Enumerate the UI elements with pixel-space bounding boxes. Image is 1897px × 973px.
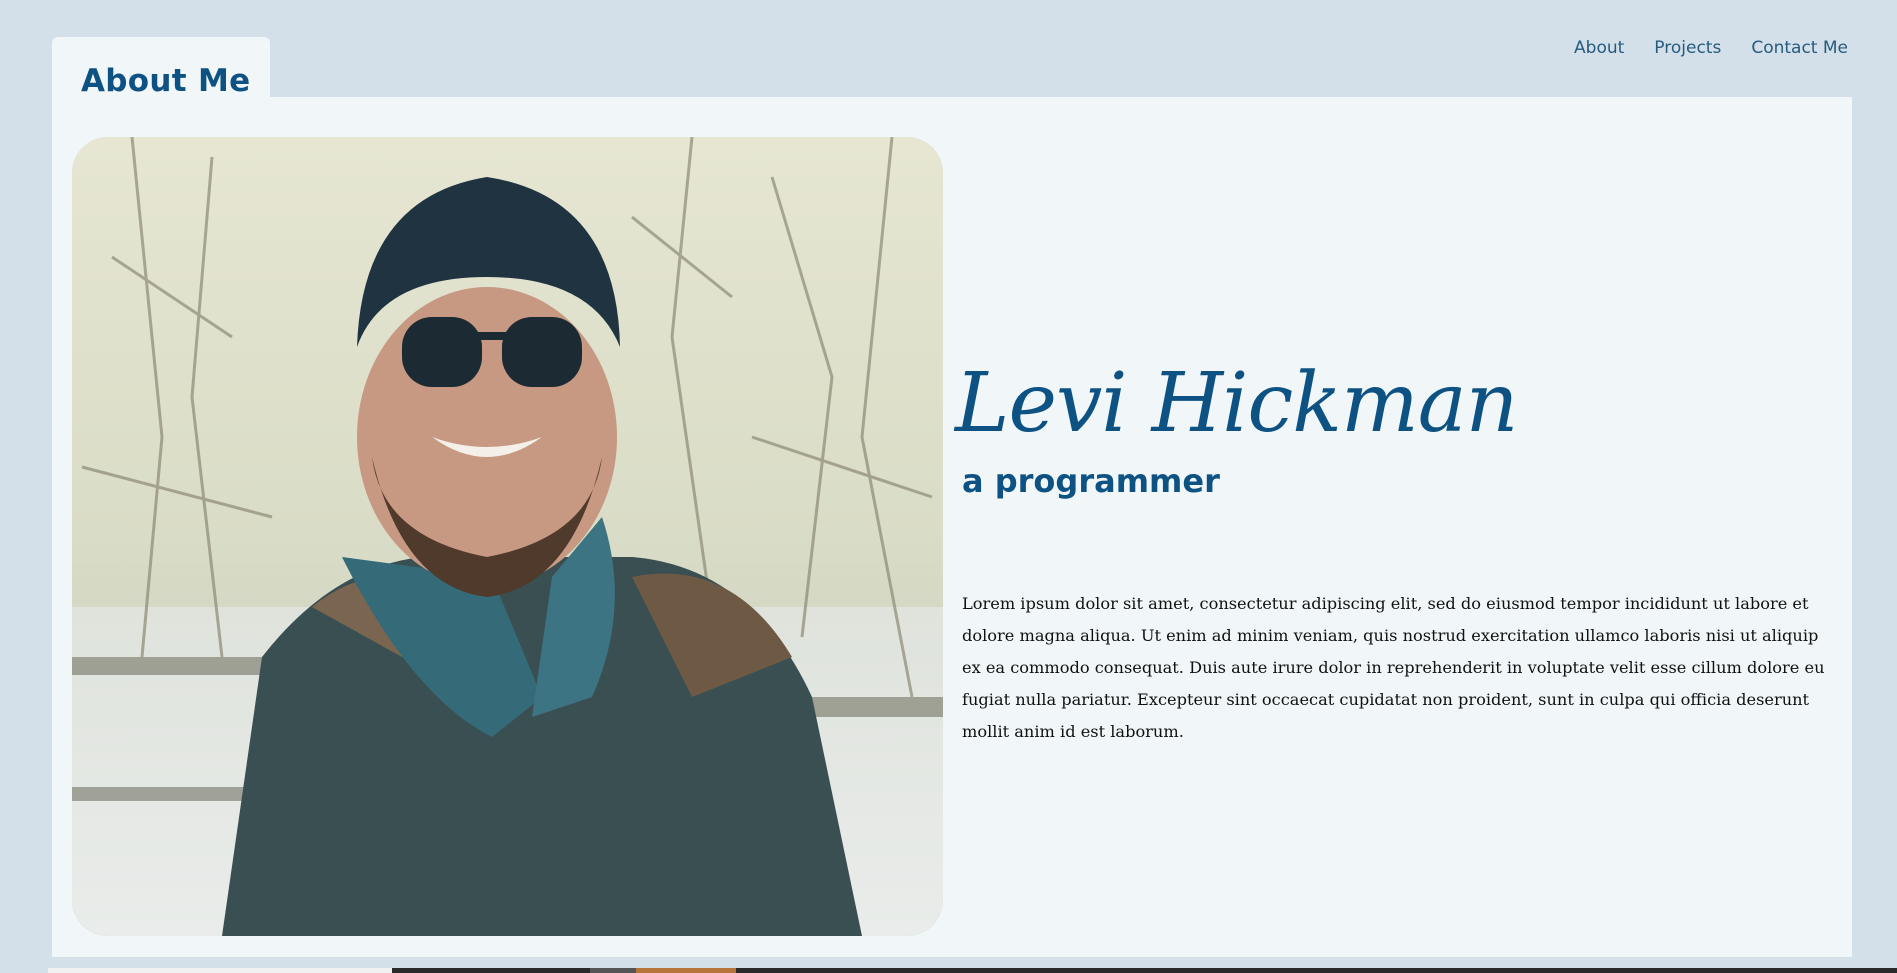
page-title-tab: About Me (52, 37, 270, 101)
nav-link-projects[interactable]: Projects (1654, 38, 1721, 58)
strip-segment (636, 968, 736, 973)
person-name: Levi Hickman (955, 356, 1518, 451)
bottom-edge-strip (48, 968, 1897, 973)
strip-segment (590, 968, 636, 973)
profile-photo (72, 137, 943, 936)
nav-link-contact-me[interactable]: Contact Me (1751, 38, 1848, 58)
page-title: About Me (81, 63, 251, 99)
strip-segment (48, 968, 392, 973)
person-role: a programmer (962, 462, 1220, 500)
bio-paragraph: Lorem ipsum dolor sit amet, consectetur … (962, 594, 1825, 741)
top-nav: About Projects Contact Me (1574, 38, 1848, 58)
nav-link-about[interactable]: About (1574, 38, 1624, 58)
